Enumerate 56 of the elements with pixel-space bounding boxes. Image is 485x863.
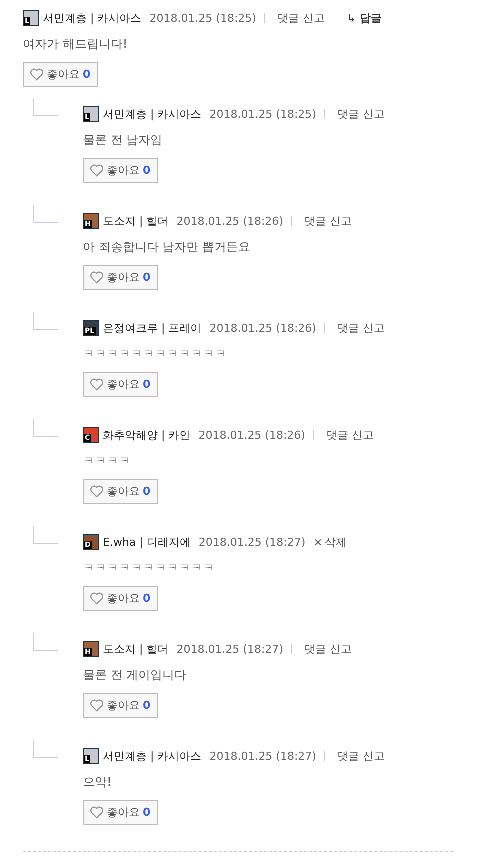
- author-name[interactable]: 도소지 | 힐더: [103, 642, 169, 656]
- comment-text: ㅋㅋㅋㅋㅋㅋㅋㅋㅋㅋㅋ: [83, 560, 216, 576]
- reply-connector: [33, 740, 58, 758]
- report-link[interactable]: 댓글 신고: [326, 428, 374, 442]
- comment-text: ㅋㅋㅋㅋㅋㅋㅋㅋㅋㅋㅋㅋ: [83, 346, 228, 362]
- comment-text: ㅋㅋㅋㅋ: [83, 453, 132, 469]
- heart-icon: [90, 699, 104, 712]
- heart-icon: [90, 485, 104, 498]
- comment-text: 으악!: [83, 774, 113, 790]
- author-name[interactable]: 도소지 | 힐더: [103, 214, 169, 228]
- comment-date: 2018.01.25 (18:25): [210, 108, 316, 120]
- comment-date: 2018.01.25 (18:25): [150, 12, 256, 24]
- author-name[interactable]: 은정여크루 | 프레이: [103, 320, 202, 336]
- like-button[interactable]: 좋아요 0: [23, 62, 98, 87]
- comment-date: 2018.01.25 (18:27): [176, 642, 284, 656]
- report-link[interactable]: 댓글 신고: [337, 748, 385, 764]
- author-name[interactable]: 서민계층 | 카시아스: [43, 10, 142, 26]
- report-link[interactable]: 댓글 신고: [277, 10, 325, 26]
- like-button[interactable]: 좋아요 0: [83, 800, 158, 825]
- comment-text: 아 죄송합니다 남자만 뽑거든요: [83, 239, 252, 255]
- like-button[interactable]: 좋아요 0: [83, 158, 158, 183]
- reply-connector: [33, 526, 58, 544]
- reply-link[interactable]: ↳ 답글: [346, 10, 382, 26]
- comment-date: 2018.01.25 (18:26): [198, 428, 306, 442]
- author-name[interactable]: 화추악해양 | 카인: [103, 428, 191, 442]
- heart-icon: [30, 68, 44, 81]
- like-button[interactable]: 좋아요 0: [83, 265, 158, 290]
- author-name[interactable]: 서민계층 | 카시아스: [103, 106, 202, 122]
- comment-date: 2018.01.25 (18:27): [210, 750, 316, 762]
- report-link[interactable]: 댓글 신고: [304, 642, 352, 656]
- heart-icon: [90, 806, 104, 819]
- comment-text: 여자가 해드립니다!: [23, 36, 129, 52]
- like-button[interactable]: 좋아요 0: [83, 586, 158, 611]
- comment-date: 2018.01.25 (18:27): [198, 536, 306, 548]
- heart-icon: [90, 378, 104, 391]
- report-link[interactable]: 댓글 신고: [304, 214, 352, 228]
- delete-link[interactable]: × 삭제: [314, 534, 347, 550]
- reply-connector: [33, 98, 58, 116]
- heart-icon: [90, 271, 104, 284]
- reply-connector: [33, 205, 58, 223]
- report-link[interactable]: 댓글 신고: [337, 320, 385, 336]
- like-button[interactable]: 좋아요 0: [83, 479, 158, 504]
- comment-date: 2018.01.25 (18:26): [176, 214, 284, 228]
- author-name[interactable]: 서민계층 | 카시아스: [103, 748, 202, 764]
- like-button[interactable]: 좋아요 0: [83, 693, 158, 718]
- reply-connector: [33, 633, 58, 651]
- report-link[interactable]: 댓글 신고: [337, 106, 385, 122]
- reply-connector: [33, 312, 58, 330]
- heart-icon: [90, 592, 104, 605]
- author-name[interactable]: E.wha | 디레지에: [103, 534, 191, 550]
- like-button[interactable]: 좋아요 0: [83, 372, 158, 397]
- comment-text: 물론 전 남자임: [83, 132, 164, 148]
- heart-icon: [90, 164, 104, 177]
- comment-date: 2018.01.25 (18:26): [210, 322, 316, 334]
- comment-text: 물론 전 게이입니다: [83, 667, 188, 683]
- reply-connector: [33, 419, 58, 437]
